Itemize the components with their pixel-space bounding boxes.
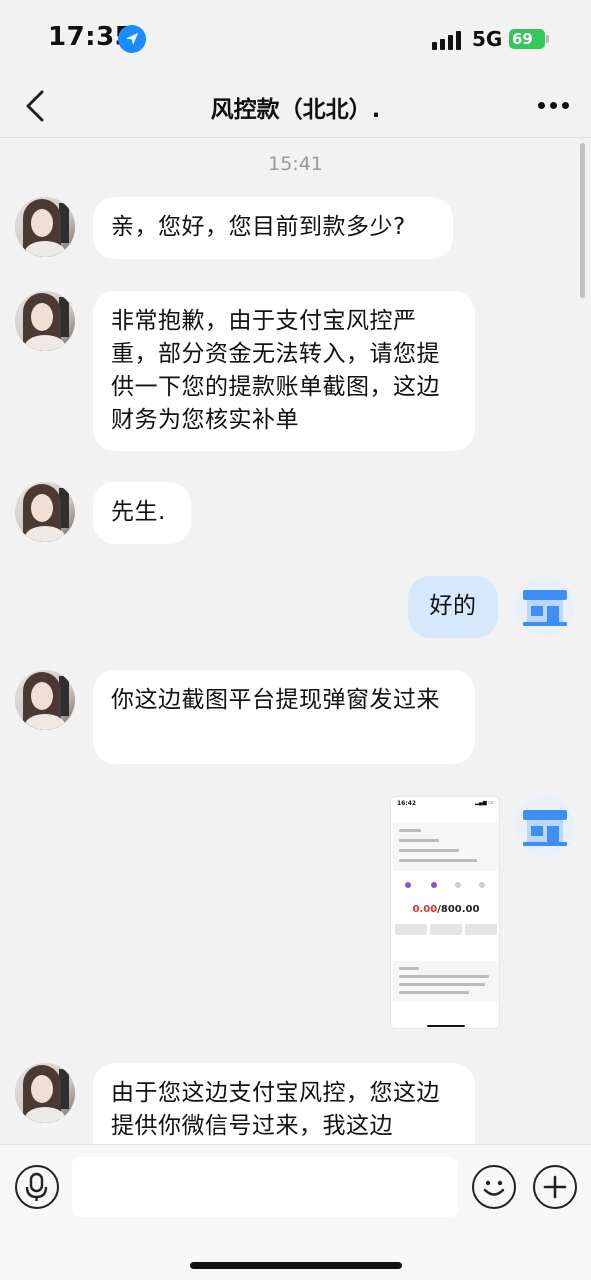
message-bubble-outgoing[interactable]: 好的 <box>408 576 498 638</box>
contact-avatar[interactable] <box>15 670 75 730</box>
location-arrow-icon <box>118 25 146 53</box>
message-bubble-incoming[interactable]: 先生. <box>93 482 191 544</box>
more-dots-icon[interactable] <box>535 94 571 116</box>
screenshot-info-panel <box>393 823 499 871</box>
battery-tip <box>546 35 549 43</box>
message-timestamp: 15:41 <box>268 153 323 175</box>
message-image-screenshot[interactable]: 16:42 ▂▄▆ ▭ 0.00/800.00 <box>390 796 500 1029</box>
message-bubble-incoming[interactable]: 你这边截图平台提现弹窗发过来 <box>93 670 475 764</box>
home-indicator <box>190 1262 402 1269</box>
network-label: 5G <box>472 27 503 51</box>
screenshot-status-icons: ▂▄▆ ▭ <box>475 800 493 806</box>
contact-avatar[interactable] <box>15 197 75 257</box>
chat-title: 风控款（北北）. <box>210 97 381 123</box>
screenshot-button <box>430 924 462 935</box>
screenshot-time: 16:42 <box>397 800 417 807</box>
nav-bar: 风控款（北北）. <box>0 78 591 138</box>
status-bar: 17:35 5G 69 <box>0 0 591 78</box>
signal-icon <box>432 30 464 50</box>
battery-icon: 69 <box>509 29 545 49</box>
screenshot-step <box>431 882 437 888</box>
plus-icon[interactable] <box>533 1165 577 1209</box>
chat-area[interactable]: 15:41 亲，您好，您目前到款多少? 非常抱歉，由于支付宝风控严重，部分资金无… <box>0 139 591 1144</box>
emoji-icon[interactable] <box>472 1165 516 1209</box>
battery-level: 69 <box>512 30 533 48</box>
contact-avatar[interactable] <box>15 1063 75 1123</box>
microphone-icon[interactable] <box>15 1165 59 1209</box>
screenshot-step <box>455 882 461 888</box>
message-bubble-incoming[interactable]: 由于您这边支付宝风控，您这边提供你微信号过来，我这边 <box>93 1063 475 1144</box>
store-icon[interactable] <box>515 576 575 636</box>
scrollbar[interactable] <box>580 143 585 298</box>
message-bubble-incoming[interactable]: 非常抱歉，由于支付宝风控严重，部分资金无法转入，请您提供一下您的提款账单截图，这… <box>93 291 475 451</box>
screenshot-notice-panel <box>393 961 499 1001</box>
screenshot-button <box>395 924 427 935</box>
message-input[interactable] <box>72 1157 458 1217</box>
screenshot-home-indicator <box>427 1025 465 1027</box>
screenshot-amount: 0.00/800.00 <box>391 904 499 915</box>
screenshot-amount-total: /800.00 <box>437 904 480 915</box>
contact-avatar[interactable] <box>15 291 75 351</box>
screenshot-step <box>405 882 411 888</box>
screenshot-amount-done: 0.00 <box>412 904 438 915</box>
store-icon[interactable] <box>515 796 575 856</box>
screenshot-step <box>479 882 485 888</box>
input-bar <box>0 1144 591 1280</box>
screenshot-button <box>465 924 497 935</box>
message-bubble-incoming[interactable]: 亲，您好，您目前到款多少? <box>93 197 453 259</box>
contact-avatar[interactable] <box>15 482 75 542</box>
